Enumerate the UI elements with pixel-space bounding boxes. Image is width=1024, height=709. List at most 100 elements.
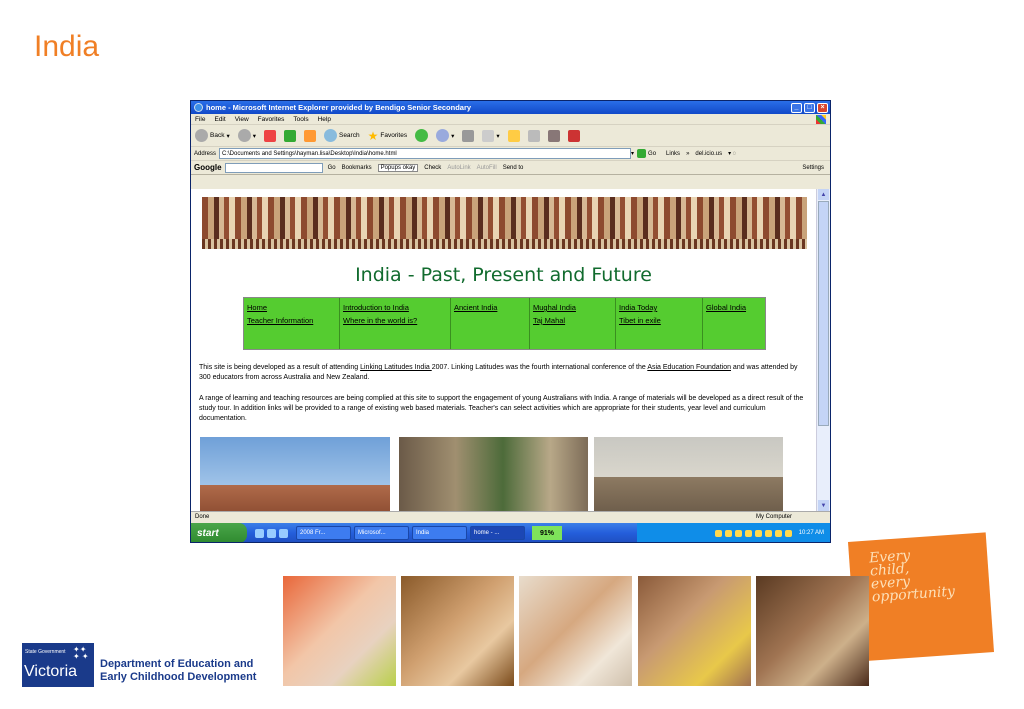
nav-cell: India Today Tibet in exile xyxy=(616,298,703,349)
menu-file[interactable]: File xyxy=(195,116,205,123)
close-button[interactable]: × xyxy=(817,102,828,113)
intro-text: This site is being developed as a result… xyxy=(199,364,361,371)
nav-link-taj-mahal[interactable]: Taj Mahal xyxy=(533,314,612,327)
nav-link-ancient-india[interactable]: Ancient India xyxy=(454,301,526,314)
google-search-input[interactable] xyxy=(224,162,323,173)
status-text: Done xyxy=(195,514,210,520)
nav-link-tibet[interactable]: Tibet in exile xyxy=(619,314,699,327)
wy-icon xyxy=(567,129,580,142)
forward-icon xyxy=(237,129,251,142)
slide-title: India xyxy=(34,30,100,63)
messenger-button[interactable] xyxy=(527,129,540,142)
tagline-card: Every child, every opportunity xyxy=(847,532,995,662)
linking-latitudes-link[interactable]: Linking Latitudes India xyxy=(360,364,432,371)
back-icon xyxy=(195,129,208,142)
status-bar: Done My Computer xyxy=(191,511,830,522)
photo-child-painted-hands xyxy=(401,576,514,686)
address-input[interactable]: C:\Documents and Settings\hayman.lisa\De… xyxy=(219,148,632,159)
refresh-button[interactable] xyxy=(283,129,296,142)
southern-cross-icon: ✦✦ ✦ ✦ xyxy=(73,645,89,661)
mail-icon xyxy=(436,129,450,142)
nav-link-global-india[interactable]: Global India xyxy=(706,301,762,314)
autofill-button[interactable]: AutoFill xyxy=(477,165,497,171)
google-logo: Google xyxy=(194,163,222,172)
tray-icon[interactable] xyxy=(744,529,752,537)
forward-button[interactable]: ▾ xyxy=(237,129,256,142)
sendto-button[interactable]: Send to xyxy=(503,165,524,171)
outlook-launch-icon[interactable] xyxy=(279,528,288,538)
ie-icon xyxy=(194,103,203,112)
edit-button[interactable]: ▾ xyxy=(482,129,500,142)
menu-tools[interactable]: Tools xyxy=(293,116,308,123)
ie-launch-icon[interactable] xyxy=(255,528,264,538)
refresh-icon xyxy=(283,129,296,142)
nav-link-where-in-world[interactable]: Where in the world is? xyxy=(343,314,447,327)
tray-icon[interactable] xyxy=(724,529,732,537)
task-button-active[interactable]: home - ... xyxy=(470,526,525,540)
links-label[interactable]: Links xyxy=(666,151,680,157)
stop-button[interactable] xyxy=(263,129,276,142)
nav-link-home[interactable]: Home xyxy=(247,301,336,314)
autolink-button[interactable]: AutoLink xyxy=(447,165,470,171)
page-content: India - Past, Present and Future Home Te… xyxy=(191,189,816,511)
favorites-button[interactable]: ★ Favorites xyxy=(368,129,408,143)
scroll-up-icon[interactable]: ▲ xyxy=(818,189,829,200)
tray-icon[interactable] xyxy=(784,529,792,537)
bookmarks-button[interactable]: Bookmarks xyxy=(342,165,372,171)
delicious-link[interactable]: del.icio.us xyxy=(695,151,722,157)
maximize-button[interactable]: □ xyxy=(804,102,815,113)
browser-window: home - Microsoft Internet Explorer provi… xyxy=(190,100,831,543)
minimize-button[interactable]: _ xyxy=(791,102,802,113)
menu-view[interactable]: View xyxy=(235,116,249,123)
task-button[interactable]: Microsof... xyxy=(354,526,409,540)
tray-icon[interactable] xyxy=(764,529,772,537)
menu-help[interactable]: Help xyxy=(318,116,331,123)
search-button[interactable]: Search xyxy=(323,129,360,142)
photo-teacher-student xyxy=(638,576,751,686)
address-value: C:\Documents and Settings\hayman.lisa\De… xyxy=(222,150,397,157)
nav-link-introduction[interactable]: Introduction to India xyxy=(343,301,447,314)
print-button[interactable] xyxy=(462,129,475,142)
victoria-logo: State Government ✦✦ ✦ ✦ Victoria xyxy=(22,643,94,687)
tray-icon[interactable] xyxy=(754,529,762,537)
scroll-down-icon[interactable]: ▼ xyxy=(818,500,829,511)
zone-label: My Computer xyxy=(755,514,792,520)
menu-edit[interactable]: Edit xyxy=(214,116,225,123)
stop-icon xyxy=(263,129,276,142)
vertical-scrollbar[interactable]: ▲ ▼ xyxy=(816,189,830,511)
google-go-button[interactable]: Go xyxy=(328,165,336,171)
research-button[interactable] xyxy=(547,129,560,142)
department-line: Department of Education and xyxy=(100,658,254,670)
popups-button[interactable]: Popups okay xyxy=(377,163,419,172)
history-button[interactable] xyxy=(415,129,429,142)
tray-icon[interactable] xyxy=(774,529,782,537)
nav-table: Home Teacher Information Introduction to… xyxy=(243,297,766,350)
home-button[interactable] xyxy=(303,129,316,142)
menu-favorites[interactable]: Favorites xyxy=(258,116,285,123)
address-dropdown-icon[interactable]: ▾ xyxy=(631,150,634,157)
mail-button[interactable]: ▾ xyxy=(436,129,454,142)
check-button[interactable]: Check xyxy=(424,165,441,171)
start-button[interactable]: start xyxy=(191,523,247,542)
back-button[interactable]: Back ▾ xyxy=(195,129,230,142)
scroll-thumb[interactable] xyxy=(818,201,829,426)
chevron-right-icon[interactable]: » xyxy=(686,151,689,157)
tray-icon[interactable] xyxy=(734,529,742,537)
edit-icon xyxy=(482,129,495,142)
desktop-launch-icon[interactable] xyxy=(267,528,276,538)
asia-education-link[interactable]: Asia Education Foundation xyxy=(647,364,731,371)
folder-icon xyxy=(507,129,520,142)
tag-icon[interactable]: ▾ ◌ xyxy=(728,150,736,157)
folder-button[interactable] xyxy=(507,129,520,142)
department-line: Early Childhood Development xyxy=(100,671,257,683)
nav-link-mughal-india[interactable]: Mughal India xyxy=(533,301,612,314)
nav-link-india-today[interactable]: India Today xyxy=(619,301,699,314)
go-button[interactable]: Go xyxy=(637,149,656,158)
task-button[interactable]: India xyxy=(412,526,467,540)
nav-cell: Ancient India xyxy=(451,298,530,349)
tray-icon[interactable] xyxy=(714,529,722,537)
nav-link-teacher-information[interactable]: Teacher Information xyxy=(247,314,336,327)
wy-button[interactable] xyxy=(567,129,580,142)
task-button[interactable]: 2008 Fr... xyxy=(296,526,351,540)
settings-button[interactable]: Settings xyxy=(802,165,824,171)
